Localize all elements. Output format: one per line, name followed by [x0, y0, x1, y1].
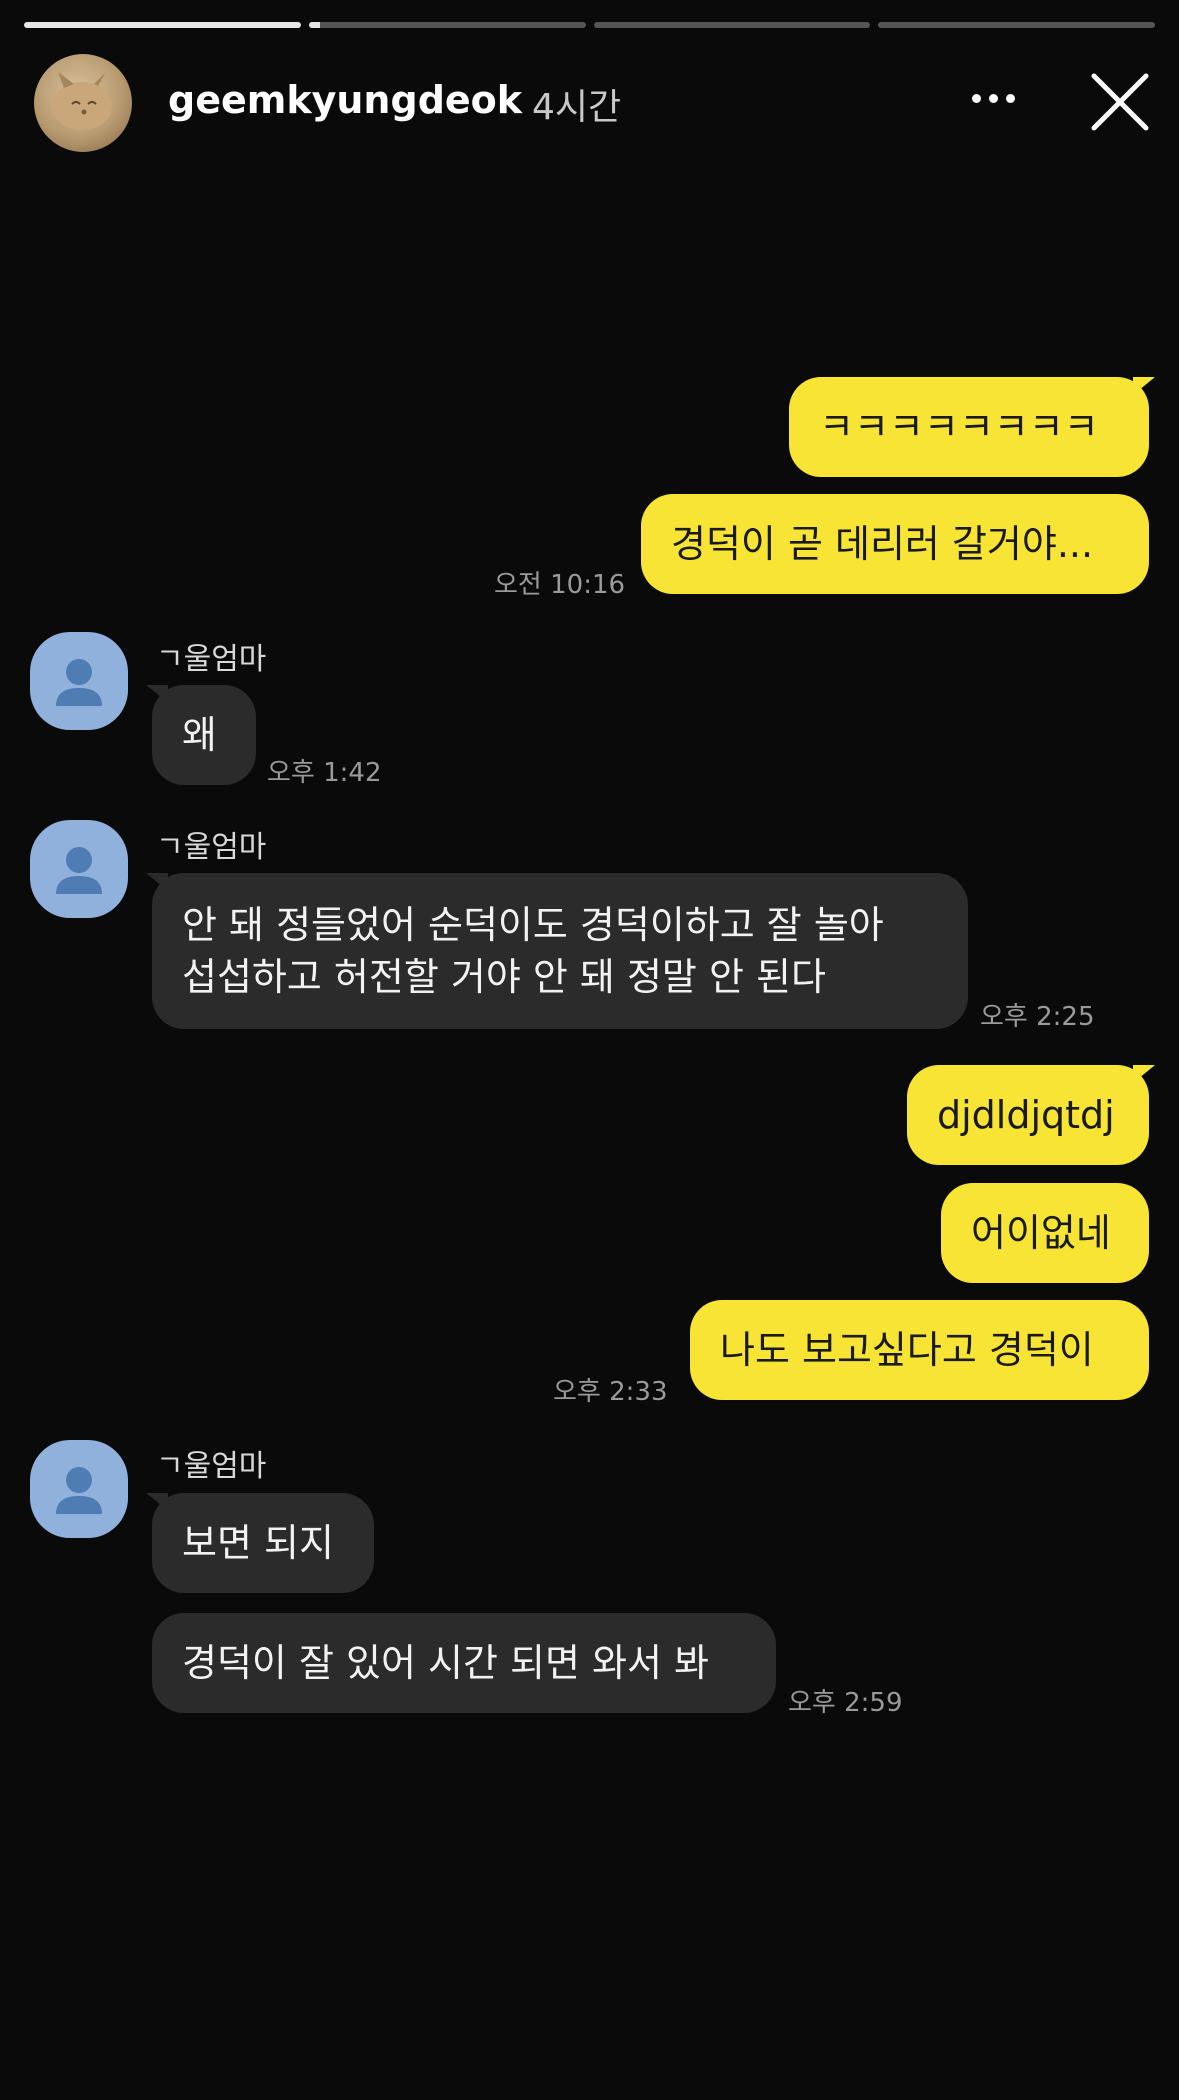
story-time: 4시간	[532, 87, 622, 128]
message-bubble: 경덕이 잘 있어 시간 되면 와서 봐	[152, 1613, 776, 1713]
message-text: 왜	[182, 713, 217, 757]
close-icon[interactable]	[1088, 70, 1152, 134]
message-bubble: 왜	[146, 685, 256, 785]
profile-avatar[interactable]	[30, 632, 128, 730]
timestamp: 오후 2:33	[553, 1377, 668, 1407]
message-text: 보면 되지	[182, 1521, 334, 1565]
person-icon	[56, 847, 102, 894]
progress-segment-4	[878, 22, 1155, 28]
message-text: 어이없네	[971, 1211, 1111, 1255]
message-text-line: 안 돼 정들었어 순덕이도 경덕이하고 잘 놀아	[182, 903, 884, 947]
message-bubble: djdldjqtdj	[907, 1065, 1155, 1165]
profile-avatar[interactable]	[30, 1440, 128, 1538]
message-bubble: 경덕이 곧 데리러 갈거야...	[641, 494, 1149, 594]
message-text-line: 섭섭하고 허전할 거야 안 돼 정말 안 된다	[182, 955, 826, 999]
story-header: geemkyungdeok 4시간	[34, 54, 1154, 152]
message-text: 경덕이 곧 데리러 갈거야...	[671, 522, 1094, 566]
contact-name: ㄱ울엄마	[156, 830, 267, 865]
timestamp: 오후 2:25	[980, 1002, 1095, 1032]
message-bubble: 안 돼 정들었어 순덕이도 경덕이하고 잘 놀아 섭섭하고 허전할 거야 안 돼…	[146, 873, 968, 1029]
contact-name: ㄱ울엄마	[156, 642, 267, 677]
message-text: djdldjqtdj	[937, 1093, 1115, 1137]
progress-segment-3	[593, 22, 871, 28]
story-progress	[24, 22, 1155, 28]
person-icon	[56, 1467, 102, 1514]
message-bubble: 나도 보고싶다고 경덕이	[690, 1300, 1149, 1400]
more-dots-icon[interactable]	[972, 94, 1015, 103]
message-text: ㅋㅋㅋㅋㅋㅋㅋㅋ	[819, 405, 1099, 449]
message-text: 경덕이 잘 있어 시간 되면 와서 봐	[182, 1641, 709, 1685]
username[interactable]: geemkyungdeok	[168, 78, 522, 122]
person-icon	[56, 659, 102, 706]
message-bubble: 보면 되지	[146, 1493, 374, 1593]
timestamp: 오전 10:16	[494, 570, 626, 600]
avatar[interactable]	[34, 54, 132, 152]
progress-segment-2	[308, 22, 586, 28]
timestamp: 오후 2:59	[788, 1688, 903, 1718]
timestamp: 오후 1:42	[267, 758, 382, 788]
message-bubble: 어이없네	[941, 1183, 1149, 1283]
message-text: 나도 보고싶다고 경덕이	[720, 1328, 1094, 1372]
message-bubble: ㅋㅋㅋㅋㅋㅋㅋㅋ	[789, 377, 1155, 477]
progress-segment-1	[24, 22, 301, 28]
profile-avatar[interactable]	[30, 820, 128, 918]
contact-name: ㄱ울엄마	[156, 1449, 267, 1484]
